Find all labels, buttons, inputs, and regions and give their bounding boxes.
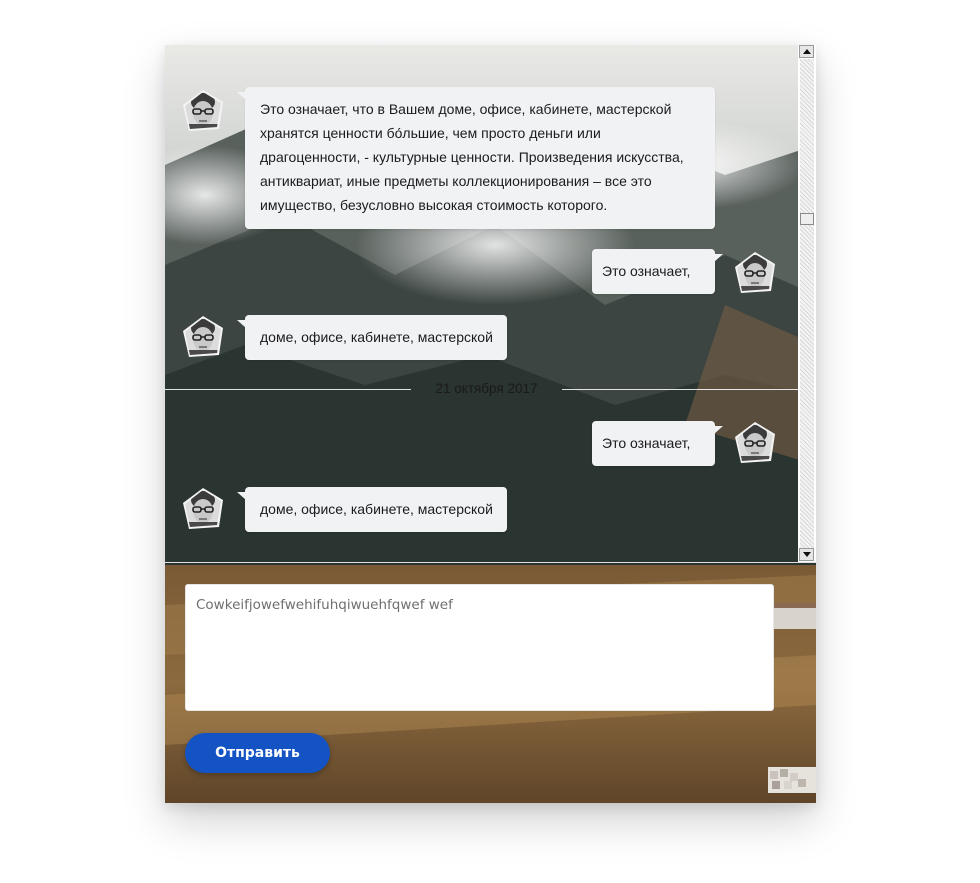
message-bubble-incoming: доме, офисе, кабинете, мастерской — [237, 315, 507, 360]
message-text: Это означает, — [602, 435, 691, 451]
date-separator: 21 октября 2017 — [165, 379, 798, 399]
message-line: Это означает, что в Вашем доме, офисе, к… — [260, 101, 672, 117]
scroll-track[interactable] — [800, 59, 814, 548]
message-line: антиквариат, иные предметы коллекциониро… — [260, 173, 652, 189]
scroll-up-button[interactable] — [799, 45, 814, 58]
separator-line — [165, 389, 411, 390]
triangle-up-icon — [802, 49, 811, 54]
scroll-thumb[interactable] — [800, 213, 814, 225]
chat-window: Это означает, что в Вашем доме, офисе, к… — [165, 45, 816, 803]
message-bubble-outgoing: Это означает, — [592, 249, 723, 294]
message-list: Это означает, что в Вашем доме, офисе, к… — [165, 45, 798, 562]
user-avatar-icon — [181, 487, 225, 531]
user-avatar-icon — [733, 251, 777, 295]
message-text: Это означает, — [602, 263, 691, 279]
user-avatar-icon — [181, 89, 225, 133]
compose-divider — [165, 562, 816, 563]
scroll-down-button[interactable] — [799, 548, 814, 561]
corner-pixel-decoration — [768, 767, 816, 793]
message-line: драгоценности, - культурные ценности. Пр… — [260, 149, 684, 165]
message-line: хранятся ценности бо́льшие, чем просто д… — [260, 125, 601, 141]
message-text: доме, офисе, кабинете, мастерской — [260, 329, 493, 345]
date-label: 21 октября 2017 — [435, 381, 538, 396]
message-text: доме, офисе, кабинете, мастерской — [260, 501, 493, 517]
message-bubble-incoming: Это означает, что в Вашем доме, офисе, к… — [237, 87, 715, 229]
triangle-down-icon — [802, 552, 811, 557]
message-line: имущество, безусловно высокая стоимость … — [260, 197, 608, 213]
message-input[interactable] — [185, 584, 774, 711]
send-button[interactable]: Отправить — [185, 733, 330, 773]
user-avatar-icon — [733, 421, 777, 465]
message-bubble-incoming: доме, офисе, кабинете, мастерской — [237, 487, 507, 532]
separator-line — [562, 389, 798, 390]
vertical-scrollbar[interactable] — [798, 45, 816, 562]
user-avatar-icon — [181, 315, 225, 359]
message-bubble-outgoing: Это означает, — [592, 421, 723, 466]
